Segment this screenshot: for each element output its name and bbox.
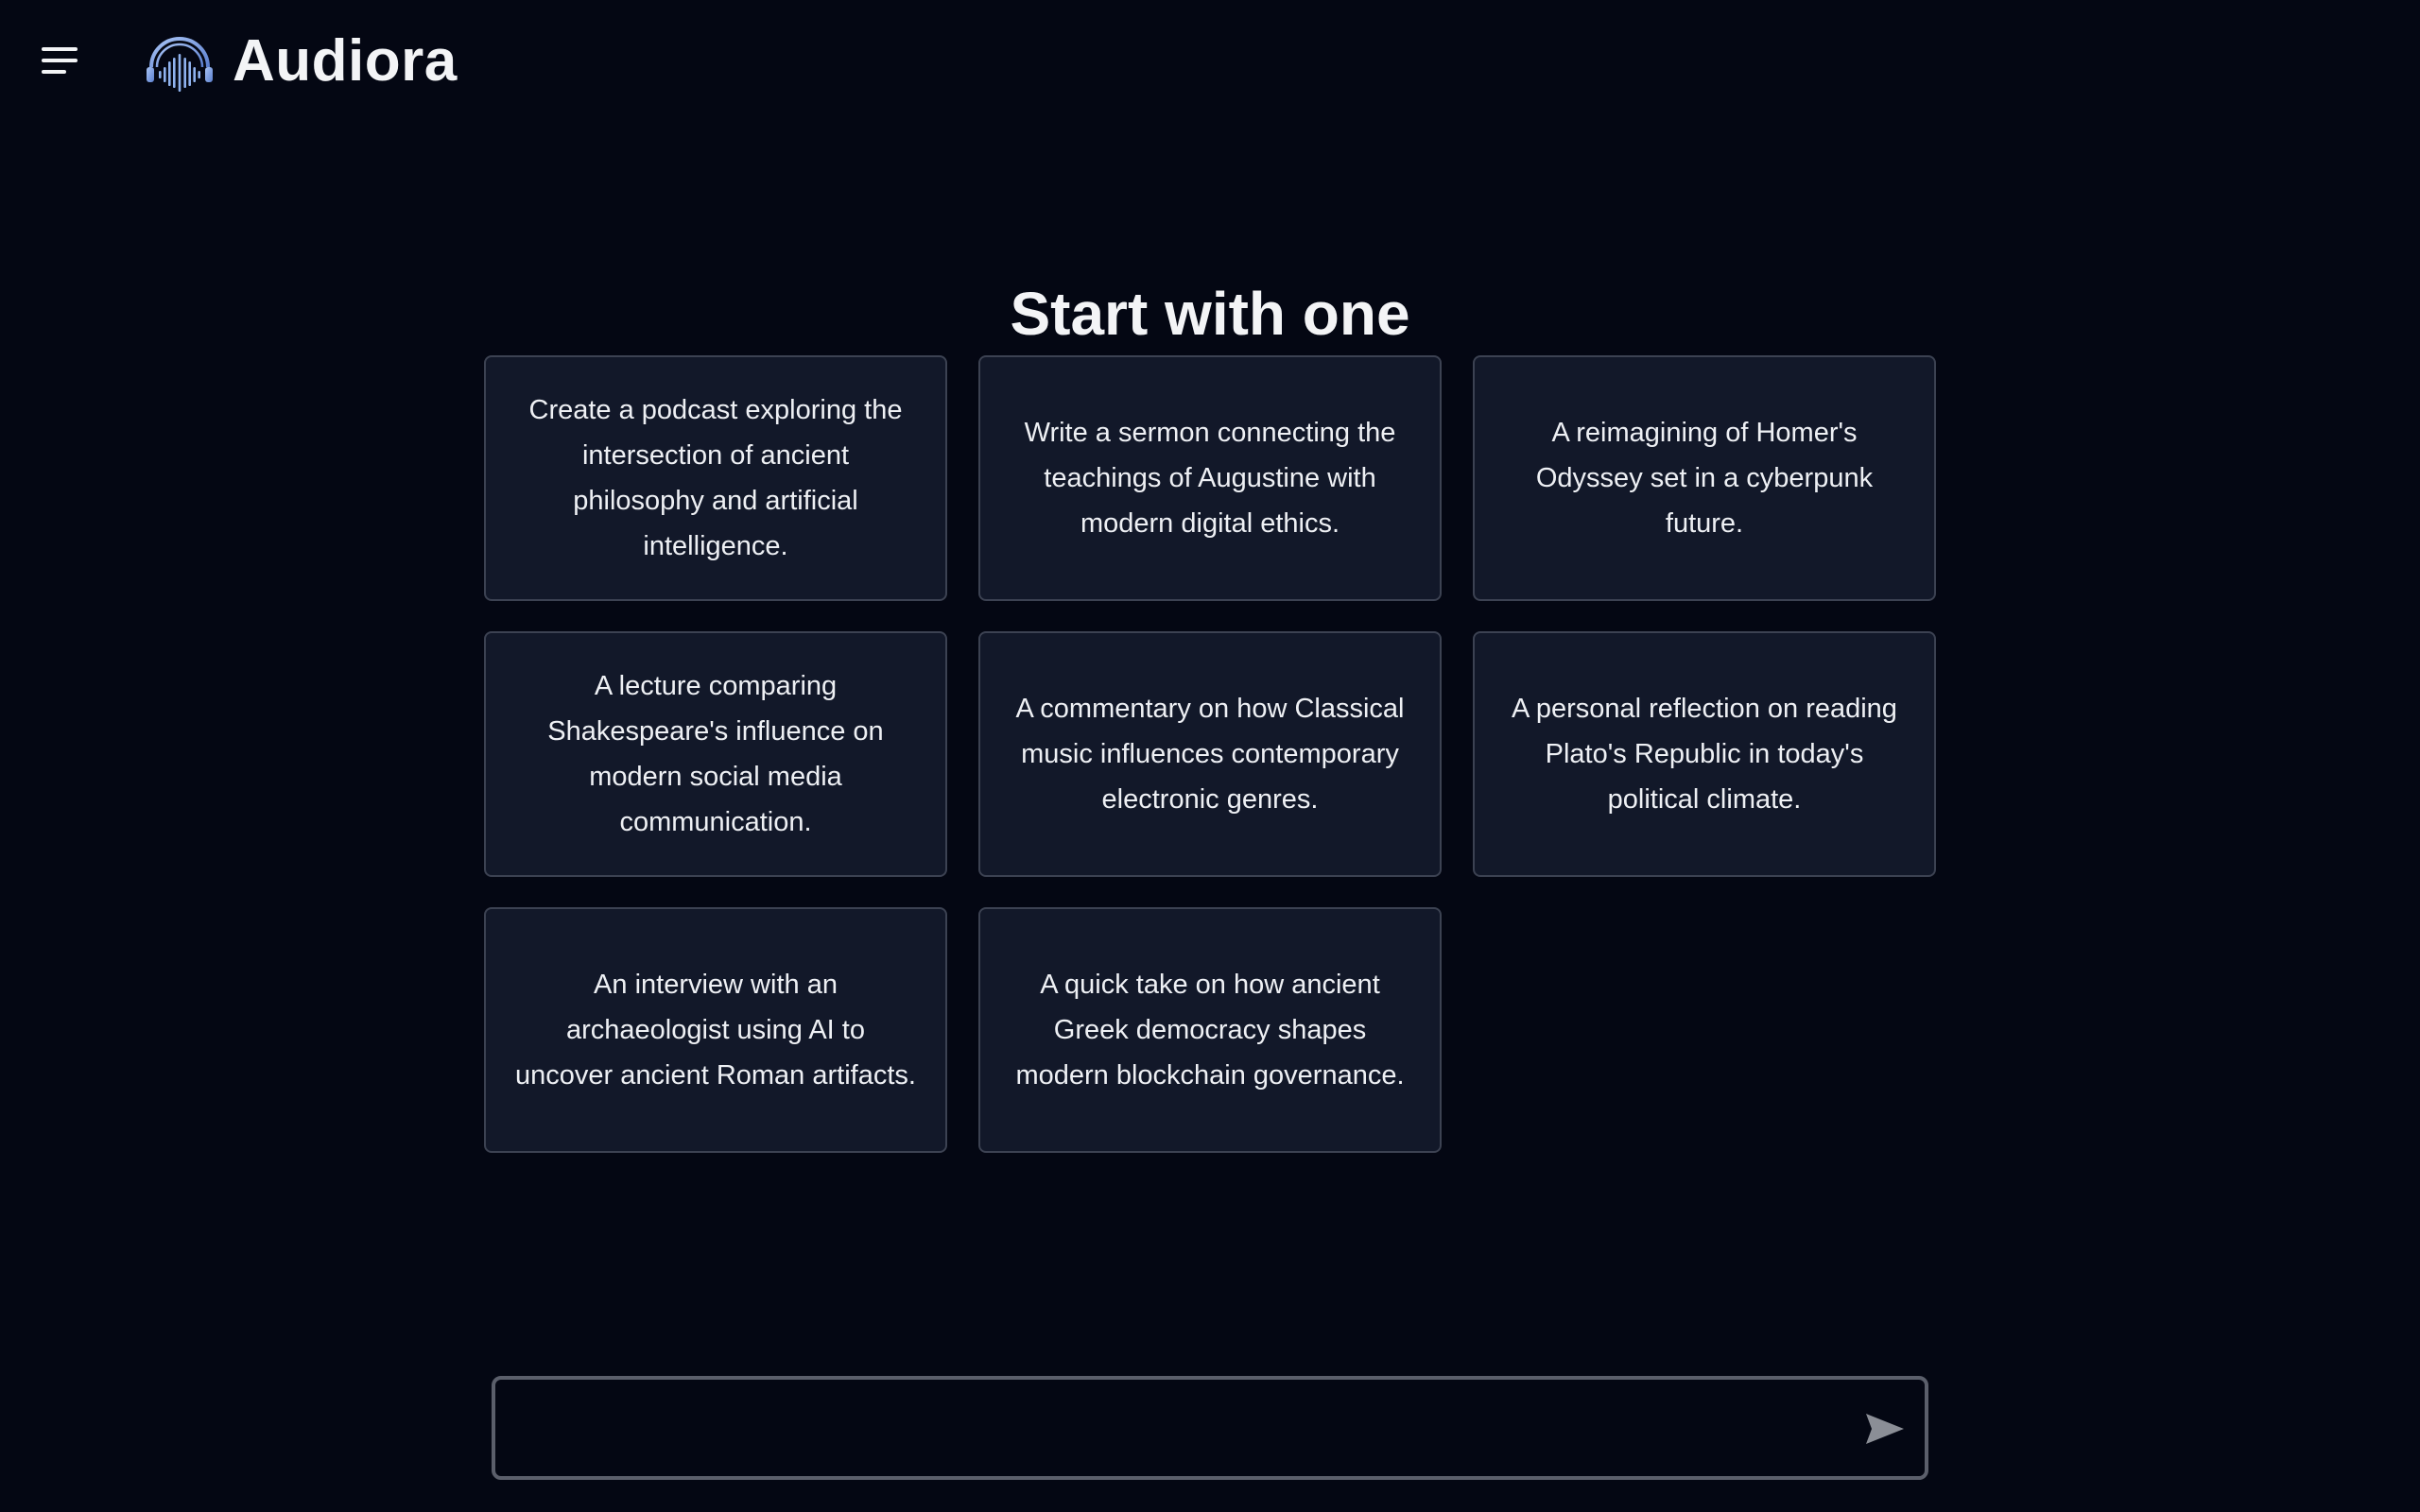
brand-name: Audiora [233, 27, 458, 94]
suggestion-grid: Create a podcast exploring the intersect… [484, 355, 1936, 1153]
prompt-composer [492, 1376, 1928, 1480]
suggestion-text: An interview with an archaeologist using… [515, 970, 916, 1091]
suggestion-text: A personal reflection on reading Plato's… [1512, 694, 1897, 815]
suggestion-card[interactable]: A personal reflection on reading Plato's… [1473, 631, 1936, 877]
suggestion-card[interactable]: An interview with an archaeologist using… [484, 907, 947, 1153]
suggestion-card[interactable]: Write a sermon connecting the teachings … [978, 355, 1442, 601]
headphones-soundwave-icon [147, 37, 213, 92]
suggestion-text: A commentary on how Classical music infl… [1015, 694, 1405, 815]
suggestion-text: A lecture comparing Shakespeare's influe… [547, 671, 884, 837]
suggestion-text: Write a sermon connecting the teachings … [1024, 418, 1396, 539]
hamburger-line [42, 59, 78, 62]
send-icon[interactable] [1862, 1410, 1908, 1448]
suggestion-text: Create a podcast exploring the intersect… [528, 395, 903, 561]
page-title: Start with one [1010, 279, 1410, 348]
suggestion-card[interactable]: A lecture comparing Shakespeare's influe… [484, 631, 947, 877]
suggestion-card[interactable]: A quick take on how ancient Greek democr… [978, 907, 1442, 1153]
suggestion-card[interactable]: A commentary on how Classical music infl… [978, 631, 1442, 877]
menu-button[interactable] [36, 42, 85, 79]
suggestion-text: A reimagining of Homer's Odyssey set in … [1535, 418, 1874, 539]
hamburger-line [42, 70, 66, 74]
suggestion-card[interactable]: Create a podcast exploring the intersect… [484, 355, 947, 601]
brand-home-link[interactable]: Audiora [144, 26, 458, 94]
top-bar: Audiora [0, 0, 2420, 123]
prompt-input[interactable] [514, 1393, 1804, 1465]
suggestion-card[interactable]: A reimagining of Homer's Odyssey set in … [1473, 355, 1936, 601]
app-root: Audiora Start with one Create a podcast … [0, 0, 2420, 1512]
hamburger-line [42, 47, 78, 51]
suggestion-text: A quick take on how ancient Greek democr… [1015, 970, 1405, 1091]
